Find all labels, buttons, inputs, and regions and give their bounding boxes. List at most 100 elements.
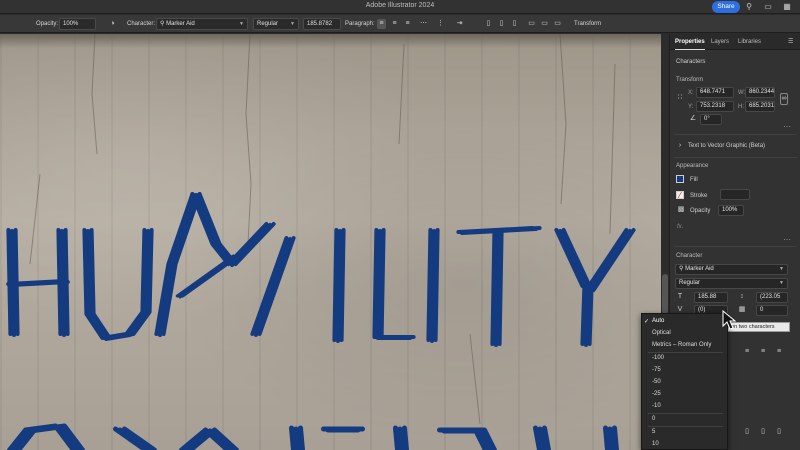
font-size-field[interactable]: 185.88: [694, 292, 728, 303]
crack: [398, 43, 405, 145]
recolor-icon[interactable]: ◑: [108, 19, 117, 29]
align-center-icon[interactable]: ≡: [758, 347, 768, 357]
character-label: Character:: [127, 21, 156, 27]
opacity-label[interactable]: Opacity: [690, 208, 710, 214]
align-objects-bottom-icon[interactable]: ▯: [774, 427, 784, 437]
font-family-select[interactable]: ⚲ Marker Aid ▼: [156, 18, 248, 30]
brush-stroke: [430, 229, 436, 343]
fill-label: Fill: [690, 177, 698, 183]
brush-stroke: [397, 426, 405, 450]
align-objects-right-icon[interactable]: ▯: [510, 19, 519, 29]
align-objects-bottom-icon[interactable]: ▯: [742, 427, 752, 437]
crack: [29, 173, 41, 265]
rotate-icon: ∠: [689, 115, 697, 122]
h-field[interactable]: 685.2031: [745, 101, 775, 112]
kerning-option-auto[interactable]: Auto: [652, 318, 664, 324]
brush-stroke: [336, 229, 342, 343]
numbered-list-icon[interactable]: ⋮: [436, 19, 445, 29]
window-title: Adobe Illustrator 2024: [365, 2, 435, 9]
fx-button[interactable]: fx.: [677, 224, 683, 230]
paragraph-label: Paragraph:: [345, 21, 375, 27]
align-center-icon[interactable]: ≡: [390, 19, 399, 29]
more-options-icon[interactable]: ···: [783, 235, 791, 244]
align-left-icon[interactable]: ≡: [377, 19, 386, 29]
panel-menu-icon[interactable]: ☰: [788, 34, 793, 50]
kerning-dropdown-menu: ✓ Auto Optical Metrics – Roman Only -100…: [641, 313, 728, 450]
scrollbar-thumb[interactable]: [662, 274, 668, 314]
chevron-down-icon: ▼: [239, 21, 244, 27]
kerning-option[interactable]: -100: [652, 355, 664, 361]
stroke-label[interactable]: Stroke: [690, 193, 707, 199]
stroke-weight-field[interactable]: [720, 189, 750, 200]
x-label: X:: [688, 90, 694, 96]
artwork-svg[interactable]: [0, 34, 661, 450]
artwork-text-line2[interactable]: [7, 423, 619, 450]
opacity-field[interactable]: 100%: [59, 18, 96, 30]
brush-stroke: [494, 231, 500, 347]
fill-swatch[interactable]: [676, 175, 684, 183]
align-objects-bottom-icon[interactable]: ▯: [758, 427, 768, 437]
align-objects-center-icon[interactable]: ▯: [497, 19, 506, 29]
stroke-swatch[interactable]: ⁄: [676, 191, 684, 200]
w-field[interactable]: 860.2344: [745, 87, 775, 98]
kerning-option[interactable]: -25: [652, 391, 661, 397]
chevron-down-icon: ▼: [779, 280, 784, 286]
chevron-right-icon[interactable]: ›: [675, 141, 685, 151]
tracking-field[interactable]: 0: [756, 305, 788, 316]
font-family-select[interactable]: ⚲ Marker Aid ▼: [675, 264, 788, 275]
tab-layers[interactable]: Layers: [711, 34, 729, 50]
share-button[interactable]: Share: [712, 1, 740, 13]
tab-properties[interactable]: Properties: [675, 34, 705, 50]
brush-stroke: [607, 426, 615, 450]
selection-type: Characters: [676, 59, 706, 65]
brush-stroke: [433, 228, 440, 342]
reference-point-icon[interactable]: ∷: [675, 93, 685, 103]
kerning-option[interactable]: 0: [652, 416, 655, 422]
align-left-icon[interactable]: ≡: [742, 347, 752, 357]
x-field[interactable]: 648.7471: [696, 87, 734, 98]
kerning-option-optical[interactable]: Optical: [652, 330, 671, 336]
tab-libraries[interactable]: Libraries: [738, 34, 761, 50]
kerning-option[interactable]: 5: [652, 429, 655, 435]
grid-icon[interactable]: ▦: [782, 2, 792, 12]
align-objects-bottom-icon[interactable]: ▭: [553, 19, 562, 29]
crack: [559, 34, 567, 205]
more-options-icon[interactable]: ···: [783, 122, 791, 131]
kerning-option[interactable]: -10: [652, 403, 661, 409]
indent-icon[interactable]: ⇥: [455, 19, 464, 29]
brush-stroke: [591, 228, 636, 292]
font-style-select[interactable]: Regular ▼: [675, 278, 788, 289]
kerning-option[interactable]: -75: [652, 367, 661, 373]
bullets-icon[interactable]: ⋯: [419, 19, 428, 29]
align-objects-top-icon[interactable]: ▭: [527, 19, 536, 29]
brush-stroke: [339, 228, 346, 342]
leading-field[interactable]: (223.05: [756, 292, 788, 303]
kerning-option-metrics[interactable]: Metrics – Roman Only: [652, 342, 711, 348]
align-objects-middle-icon[interactable]: ▭: [540, 19, 549, 29]
y-field[interactable]: 753.2318: [696, 101, 734, 112]
text-to-vector-item[interactable]: Text to Vector Graphic (Beta): [688, 143, 765, 149]
brush-stroke: [426, 228, 433, 342]
font-size-field[interactable]: 185.8782: [303, 18, 341, 30]
search-icon[interactable]: ⚲: [744, 2, 754, 12]
opacity-label: Opacity:: [36, 21, 59, 27]
font-style-select[interactable]: Regular ▼: [253, 18, 299, 30]
font-size-icon: T: [677, 293, 683, 300]
kerning-option[interactable]: -50: [652, 379, 661, 385]
artwork-text-humility[interactable]: [6, 192, 636, 347]
window-icon[interactable]: ▭: [763, 2, 773, 12]
brush-stroke: [289, 425, 296, 450]
opacity-field[interactable]: 100%: [718, 205, 744, 216]
align-right-icon[interactable]: ≡: [403, 19, 412, 29]
align-right-icon[interactable]: ≡: [774, 347, 784, 357]
kerning-option[interactable]: 10: [652, 441, 659, 447]
artboard-canvas[interactable]: [0, 34, 661, 450]
transform-button[interactable]: Transform: [574, 15, 601, 33]
crack: [245, 34, 252, 245]
constrain-proportions-icon[interactable]: ∞: [780, 93, 788, 105]
brush-stroke: [257, 236, 296, 336]
rotate-field[interactable]: 0°: [700, 114, 722, 125]
crack: [609, 63, 616, 235]
brush-stroke: [584, 228, 629, 292]
align-objects-left-icon[interactable]: ▯: [484, 19, 493, 29]
